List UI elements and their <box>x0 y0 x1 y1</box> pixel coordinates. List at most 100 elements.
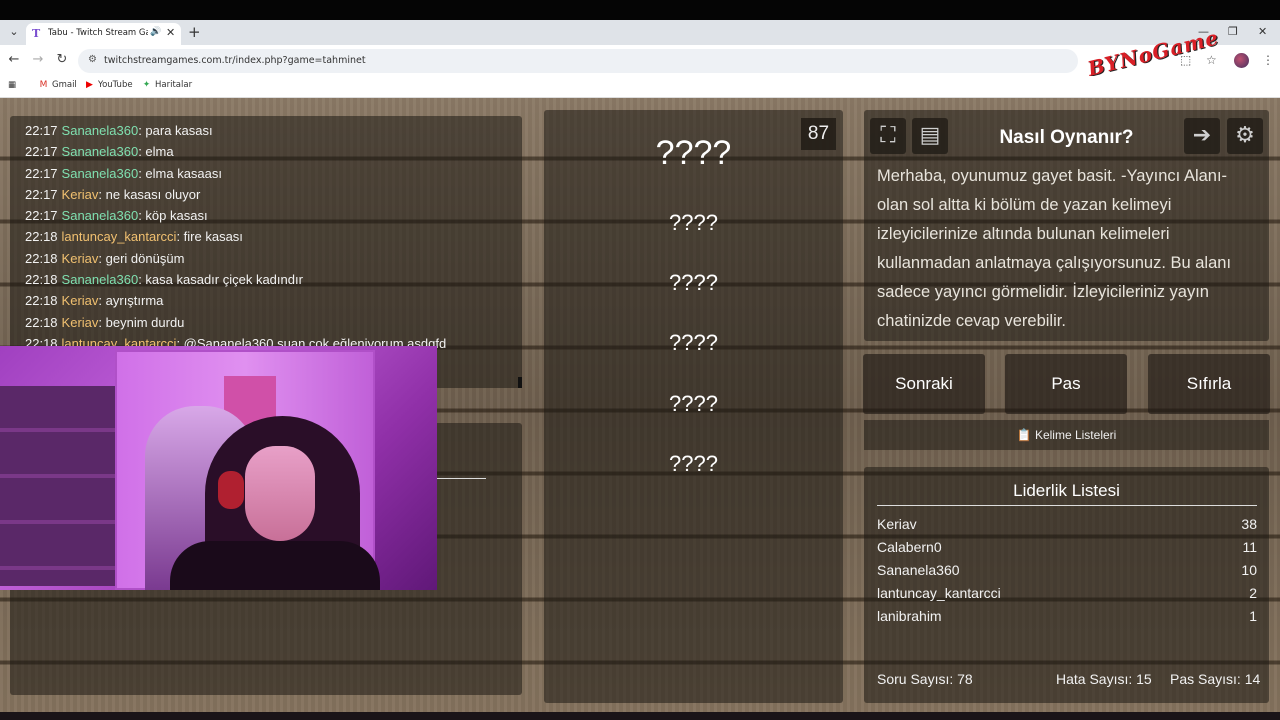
chat-time: 22:18 <box>25 250 58 266</box>
chat-text: : geri dönüşüm <box>98 250 185 266</box>
chat-username[interactable]: Keriav <box>62 315 99 330</box>
chat-time: 22:17 <box>25 165 58 181</box>
twitch-favicon-icon: T <box>32 27 41 40</box>
how-to-title: Nasıl Oynanır? <box>999 127 1134 148</box>
url-text: twitchstreamgames.com.tr/index.php?game=… <box>104 55 366 66</box>
close-tab-icon[interactable]: ✕ <box>166 26 175 39</box>
tab-strip: ⌄ T Tabu - Twitch Stream Game 🔊 ✕ + — ❐ … <box>0 20 1280 45</box>
chat-time: 22:17 <box>25 144 58 160</box>
bookmark-maps[interactable]: ✦ Haritalar <box>141 80 192 90</box>
forbidden-word: ???? <box>669 330 718 355</box>
leaderboard-row: Calabern0 11 <box>877 539 1257 561</box>
reload-icon[interactable]: ↻ <box>54 52 70 67</box>
clipboard-icon: 📋 <box>1016 428 1035 442</box>
player-score: 1 <box>1249 608 1257 624</box>
webcam-overlay <box>0 346 437 590</box>
how-to-text: Merhaba, oyunumuz gayet basit. -Yayıncı … <box>877 167 1232 330</box>
maps-icon: ✦ <box>142 80 151 90</box>
gmail-icon: M <box>39 80 48 90</box>
chat-username[interactable]: Keriav <box>62 293 99 308</box>
word-lists-button[interactable]: 📋 Kelime Listeleri <box>864 420 1269 450</box>
chat-message: 22:17 Sananela360: köp kasası <box>25 205 522 226</box>
chat-message: 22:17 Sananela360: elma <box>25 141 522 162</box>
forward-icon[interactable]: → <box>30 52 46 67</box>
chat-time: 22:18 <box>25 272 58 288</box>
bookmark-label: Haritalar <box>155 80 193 90</box>
restore-icon[interactable]: ❐ <box>1228 25 1238 38</box>
bookmark-label: YouTube <box>98 80 133 90</box>
player-score: 11 <box>1242 539 1257 555</box>
chat-text: : elma <box>138 144 174 160</box>
address-bar[interactable]: ⚙ twitchstreamgames.com.tr/index.php?gam… <box>78 49 1078 73</box>
player-score: 38 <box>1241 516 1257 532</box>
chat-username[interactable]: lantuncay_kantarcci <box>62 229 177 244</box>
bookmark-star-icon[interactable]: ☆ <box>1206 53 1217 67</box>
next-button[interactable]: Sonraki <box>863 354 985 414</box>
chat-username[interactable]: Sananela360 <box>62 144 139 159</box>
leaderboard-row: lantuncay_kantarcci 2 <box>877 585 1257 607</box>
youtube-icon: ▶ <box>86 80 93 90</box>
menu-dots-icon[interactable]: ⋮ <box>1262 53 1274 67</box>
chat-username[interactable]: Keriav <box>62 251 99 266</box>
chat-message: 22:17 Keriav: ne kasası oluyor <box>25 184 522 205</box>
apps-grid-icon[interactable]: ▦ <box>8 80 16 90</box>
chat-username[interactable]: Sananela360 <box>62 208 139 223</box>
player-name: Keriav <box>877 516 917 532</box>
leaderboard-row: Sananela360 10 <box>877 562 1257 584</box>
forbidden-word: ???? <box>669 210 718 235</box>
chat-time: 22:17 <box>25 186 58 202</box>
chat-username[interactable]: Sananela360 <box>62 272 139 287</box>
chat-time: 22:18 <box>25 293 58 309</box>
chat-time: 22:17 <box>25 208 58 224</box>
word-lists-label: Kelime Listeleri <box>1034 428 1117 442</box>
forbidden-word: ???? <box>669 391 718 416</box>
tab-search-icon[interactable]: ⌄ <box>6 24 22 40</box>
player-score: 2 <box>1249 585 1257 601</box>
chat-text: : köp kasası <box>138 208 208 224</box>
site-info-icon[interactable]: ⚙ <box>88 54 97 65</box>
webcam-shelf <box>0 386 118 586</box>
chat-username[interactable]: Keriav <box>62 187 99 202</box>
reset-button[interactable]: Sıfırla <box>1148 354 1270 414</box>
speaker-icon[interactable]: 🔊 <box>150 27 161 37</box>
window-close-icon[interactable]: ✕ <box>1258 25 1267 38</box>
chat-scrollbar[interactable] <box>518 377 522 388</box>
chat-text: : beynim durdu <box>98 314 185 330</box>
chat-message: 22:18 lantuncay_kantarcci: fire kasası <box>25 226 522 247</box>
leaderboard-row: lanibrahim 1 <box>877 608 1257 630</box>
leaderboard-row: Keriav 38 <box>877 516 1257 538</box>
chat-message: 22:18 Keriav: geri dönüşüm <box>25 248 522 269</box>
chat-text: : kasa kasadır çiçek kadındır <box>138 272 303 288</box>
main-word: ???? <box>655 134 732 172</box>
webcam-streamer-face <box>245 446 315 541</box>
leaderboard-title: Liderlik Listesi <box>1013 481 1120 500</box>
pass-button[interactable]: Pas <box>1005 354 1127 414</box>
forbidden-word: ???? <box>669 451 718 476</box>
chat-message: 22:17 Sananela360: elma kasaası <box>25 163 522 184</box>
new-tab-button[interactable]: + <box>188 23 201 41</box>
bookmark-gmail[interactable]: M Gmail <box>38 80 77 90</box>
chat-text: : fire kasası <box>176 229 243 245</box>
bookmark-youtube[interactable]: ▶ YouTube <box>84 80 133 90</box>
chat-message: 22:18 Keriav: beynim durdu <box>25 312 522 333</box>
chat-message: 22:18 Sananela360: kasa kasadır çiçek kad… <box>25 269 522 290</box>
pass-count: Pas Sayısı: 14 <box>1170 671 1261 687</box>
divider <box>436 478 486 479</box>
player-name: Sananela360 <box>877 562 960 578</box>
chat-text: : elma kasaası <box>138 165 223 181</box>
webcam-headset <box>218 471 244 509</box>
browser-tab[interactable]: T Tabu - Twitch Stream Game 🔊 ✕ <box>26 23 181 45</box>
chat-text: : para kasası <box>138 123 213 138</box>
player-score: 10 <box>1241 562 1257 578</box>
leaderboard-divider <box>877 505 1257 506</box>
profile-avatar[interactable] <box>1234 53 1249 68</box>
player-name: lanibrahim <box>877 608 942 624</box>
chat-username[interactable]: Sananela360 <box>62 123 139 138</box>
chat-username[interactable]: Sananela360 <box>62 166 139 181</box>
error-count: Hata Sayısı: 15 <box>1056 671 1152 687</box>
chat-time: 22:18 <box>25 229 58 245</box>
player-name: Calabern0 <box>877 539 942 555</box>
chat-text: : ayrıştırma <box>98 293 164 309</box>
webcam-streamer-shirt <box>170 541 380 590</box>
back-icon[interactable]: ← <box>6 52 22 67</box>
